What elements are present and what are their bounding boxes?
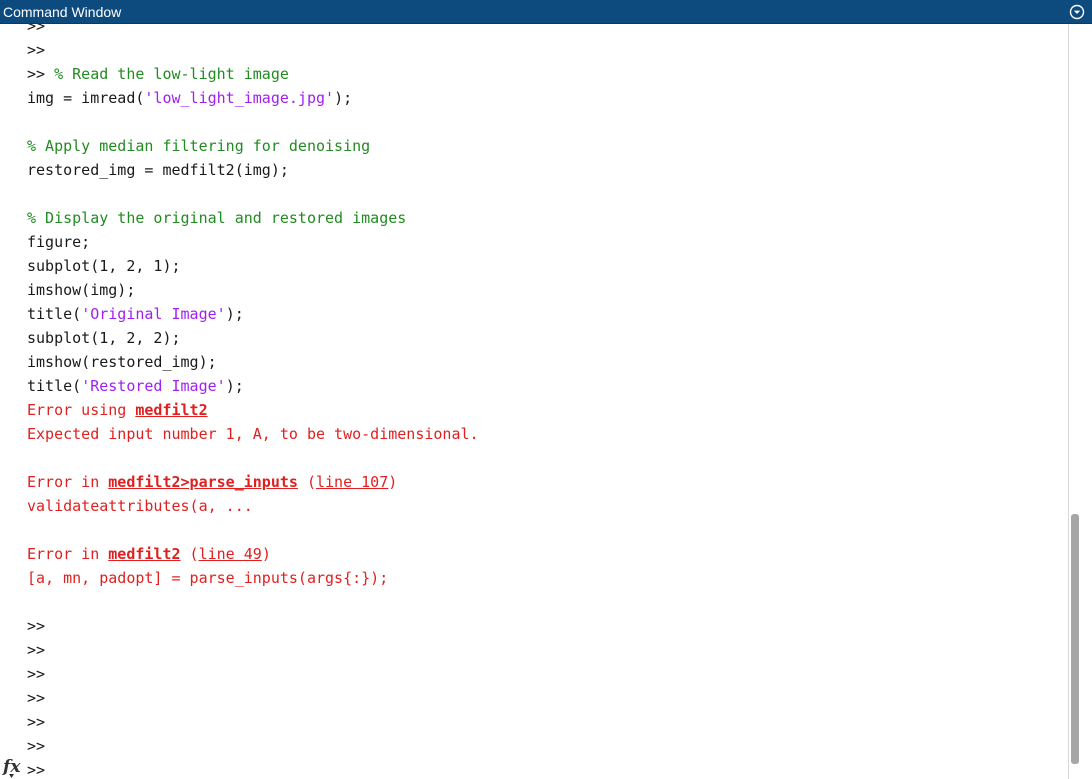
prompt-text: >> bbox=[27, 761, 46, 779]
console-line: % Display the original and restored imag… bbox=[27, 206, 479, 230]
code-text: figure; bbox=[27, 233, 91, 251]
console-line: imshow(restored_img); bbox=[27, 350, 479, 374]
console-line: img = imread('low_light_image.jpg'); bbox=[27, 86, 479, 110]
code-text: img = imread( bbox=[27, 89, 145, 107]
error-text: ( bbox=[180, 545, 199, 563]
code-comment: % Apply median filtering for denoising bbox=[27, 137, 371, 155]
error-function-link[interactable]: medfilt2>parse_inputs bbox=[108, 473, 298, 491]
prompt-text: >> bbox=[27, 41, 46, 59]
command-history: >> >> >> % Read the low-light image img = i… bbox=[27, 24, 479, 779]
prompt-text: >> bbox=[27, 665, 46, 683]
code-text: imshow(img); bbox=[27, 281, 136, 299]
console-line: >> bbox=[27, 614, 479, 638]
console-line: >> bbox=[27, 662, 479, 686]
prompt-text: >> bbox=[27, 737, 46, 755]
code-comment: % Display the original and restored imag… bbox=[27, 209, 407, 227]
console-line: Error in medfilt2 (line 49) bbox=[27, 542, 479, 566]
code-comment: % Read the low-light image bbox=[54, 65, 289, 83]
console-line: % Apply median filtering for denoising bbox=[27, 134, 479, 158]
prompt-text: >> bbox=[27, 713, 46, 731]
prompt-text: >> bbox=[27, 689, 46, 707]
console-line: >> % Read the low-light image bbox=[27, 62, 479, 86]
console-line: >> bbox=[27, 38, 479, 62]
code-text: imshow(restored_img); bbox=[27, 353, 217, 371]
console-line: Expected input number 1, A, to be two-di… bbox=[27, 422, 479, 446]
console-line: >> bbox=[27, 758, 479, 779]
console-line: >> bbox=[27, 638, 479, 662]
prompt-text: >> bbox=[27, 641, 46, 659]
error-text: Error in bbox=[27, 473, 109, 491]
chevron-down-icon[interactable] bbox=[1069, 4, 1085, 20]
caret-down-icon[interactable] bbox=[9, 774, 14, 778]
code-text: title( bbox=[27, 305, 82, 323]
console-line: >> bbox=[27, 734, 479, 758]
code-text: subplot(1, 2, 2); bbox=[27, 329, 181, 347]
error-text: Expected input number 1, A, to be two-di… bbox=[27, 425, 479, 443]
console-line: title('Restored Image'); bbox=[27, 374, 479, 398]
window-title: Command Window bbox=[3, 4, 122, 20]
error-line-link[interactable]: line 49 bbox=[199, 545, 262, 563]
console-line: imshow(img); bbox=[27, 278, 479, 302]
console-line: validateattributes(a, ... bbox=[27, 494, 479, 518]
console-line: >> bbox=[27, 24, 479, 38]
console-line: figure; bbox=[27, 230, 479, 254]
string-literal: 'Original Image' bbox=[81, 305, 226, 323]
command-window: Command Window >> >> >> % Read the low-lig… bbox=[0, 0, 1092, 779]
string-literal: 'Restored Image' bbox=[81, 377, 226, 395]
scrollbar-thumb[interactable] bbox=[1071, 514, 1079, 764]
prompt-text: >> bbox=[27, 24, 46, 35]
string-literal: 'low_light_image.jpg' bbox=[144, 89, 335, 107]
console-line: restored_img = medfilt2(img); bbox=[27, 158, 479, 182]
error-function-link[interactable]: medfilt2 bbox=[135, 401, 207, 419]
code-text: ); bbox=[225, 305, 244, 323]
code-text: ); bbox=[225, 377, 244, 395]
error-line-link[interactable]: line 107 bbox=[316, 473, 388, 491]
console-line: Error in medfilt2>parse_inputs (line 107… bbox=[27, 470, 479, 494]
error-text: Error in bbox=[27, 545, 109, 563]
prompt-text: >> bbox=[27, 617, 46, 635]
console-line: >> bbox=[27, 686, 479, 710]
error-text: validateattributes(a, ... bbox=[27, 497, 253, 515]
code-text: restored_img = medfilt2(img); bbox=[27, 161, 289, 179]
console-line: Error using medfilt2 bbox=[27, 398, 479, 422]
console-line: [a, mn, padopt] = parse_inputs(args{:}); bbox=[27, 566, 479, 590]
prompt-text: >> bbox=[27, 65, 55, 83]
error-text: ( bbox=[297, 473, 316, 491]
error-text: Error using bbox=[27, 401, 136, 419]
error-text: ) bbox=[388, 473, 398, 491]
title-bar: Command Window bbox=[0, 0, 1092, 24]
console-line: subplot(1, 2, 1); bbox=[27, 254, 479, 278]
error-text: ) bbox=[261, 545, 271, 563]
command-output-area[interactable]: >> >> >> % Read the low-light image img = i… bbox=[0, 24, 1068, 779]
code-text: title( bbox=[27, 377, 82, 395]
error-text: [a, mn, padopt] = parse_inputs(args{:}); bbox=[27, 569, 389, 587]
console-line: >> bbox=[27, 710, 479, 734]
code-text: ); bbox=[334, 89, 353, 107]
console-line: title('Original Image'); bbox=[27, 302, 479, 326]
error-function-link[interactable]: medfilt2 bbox=[108, 545, 180, 563]
console-line: subplot(1, 2, 2); bbox=[27, 326, 479, 350]
code-text: subplot(1, 2, 1); bbox=[27, 257, 181, 275]
